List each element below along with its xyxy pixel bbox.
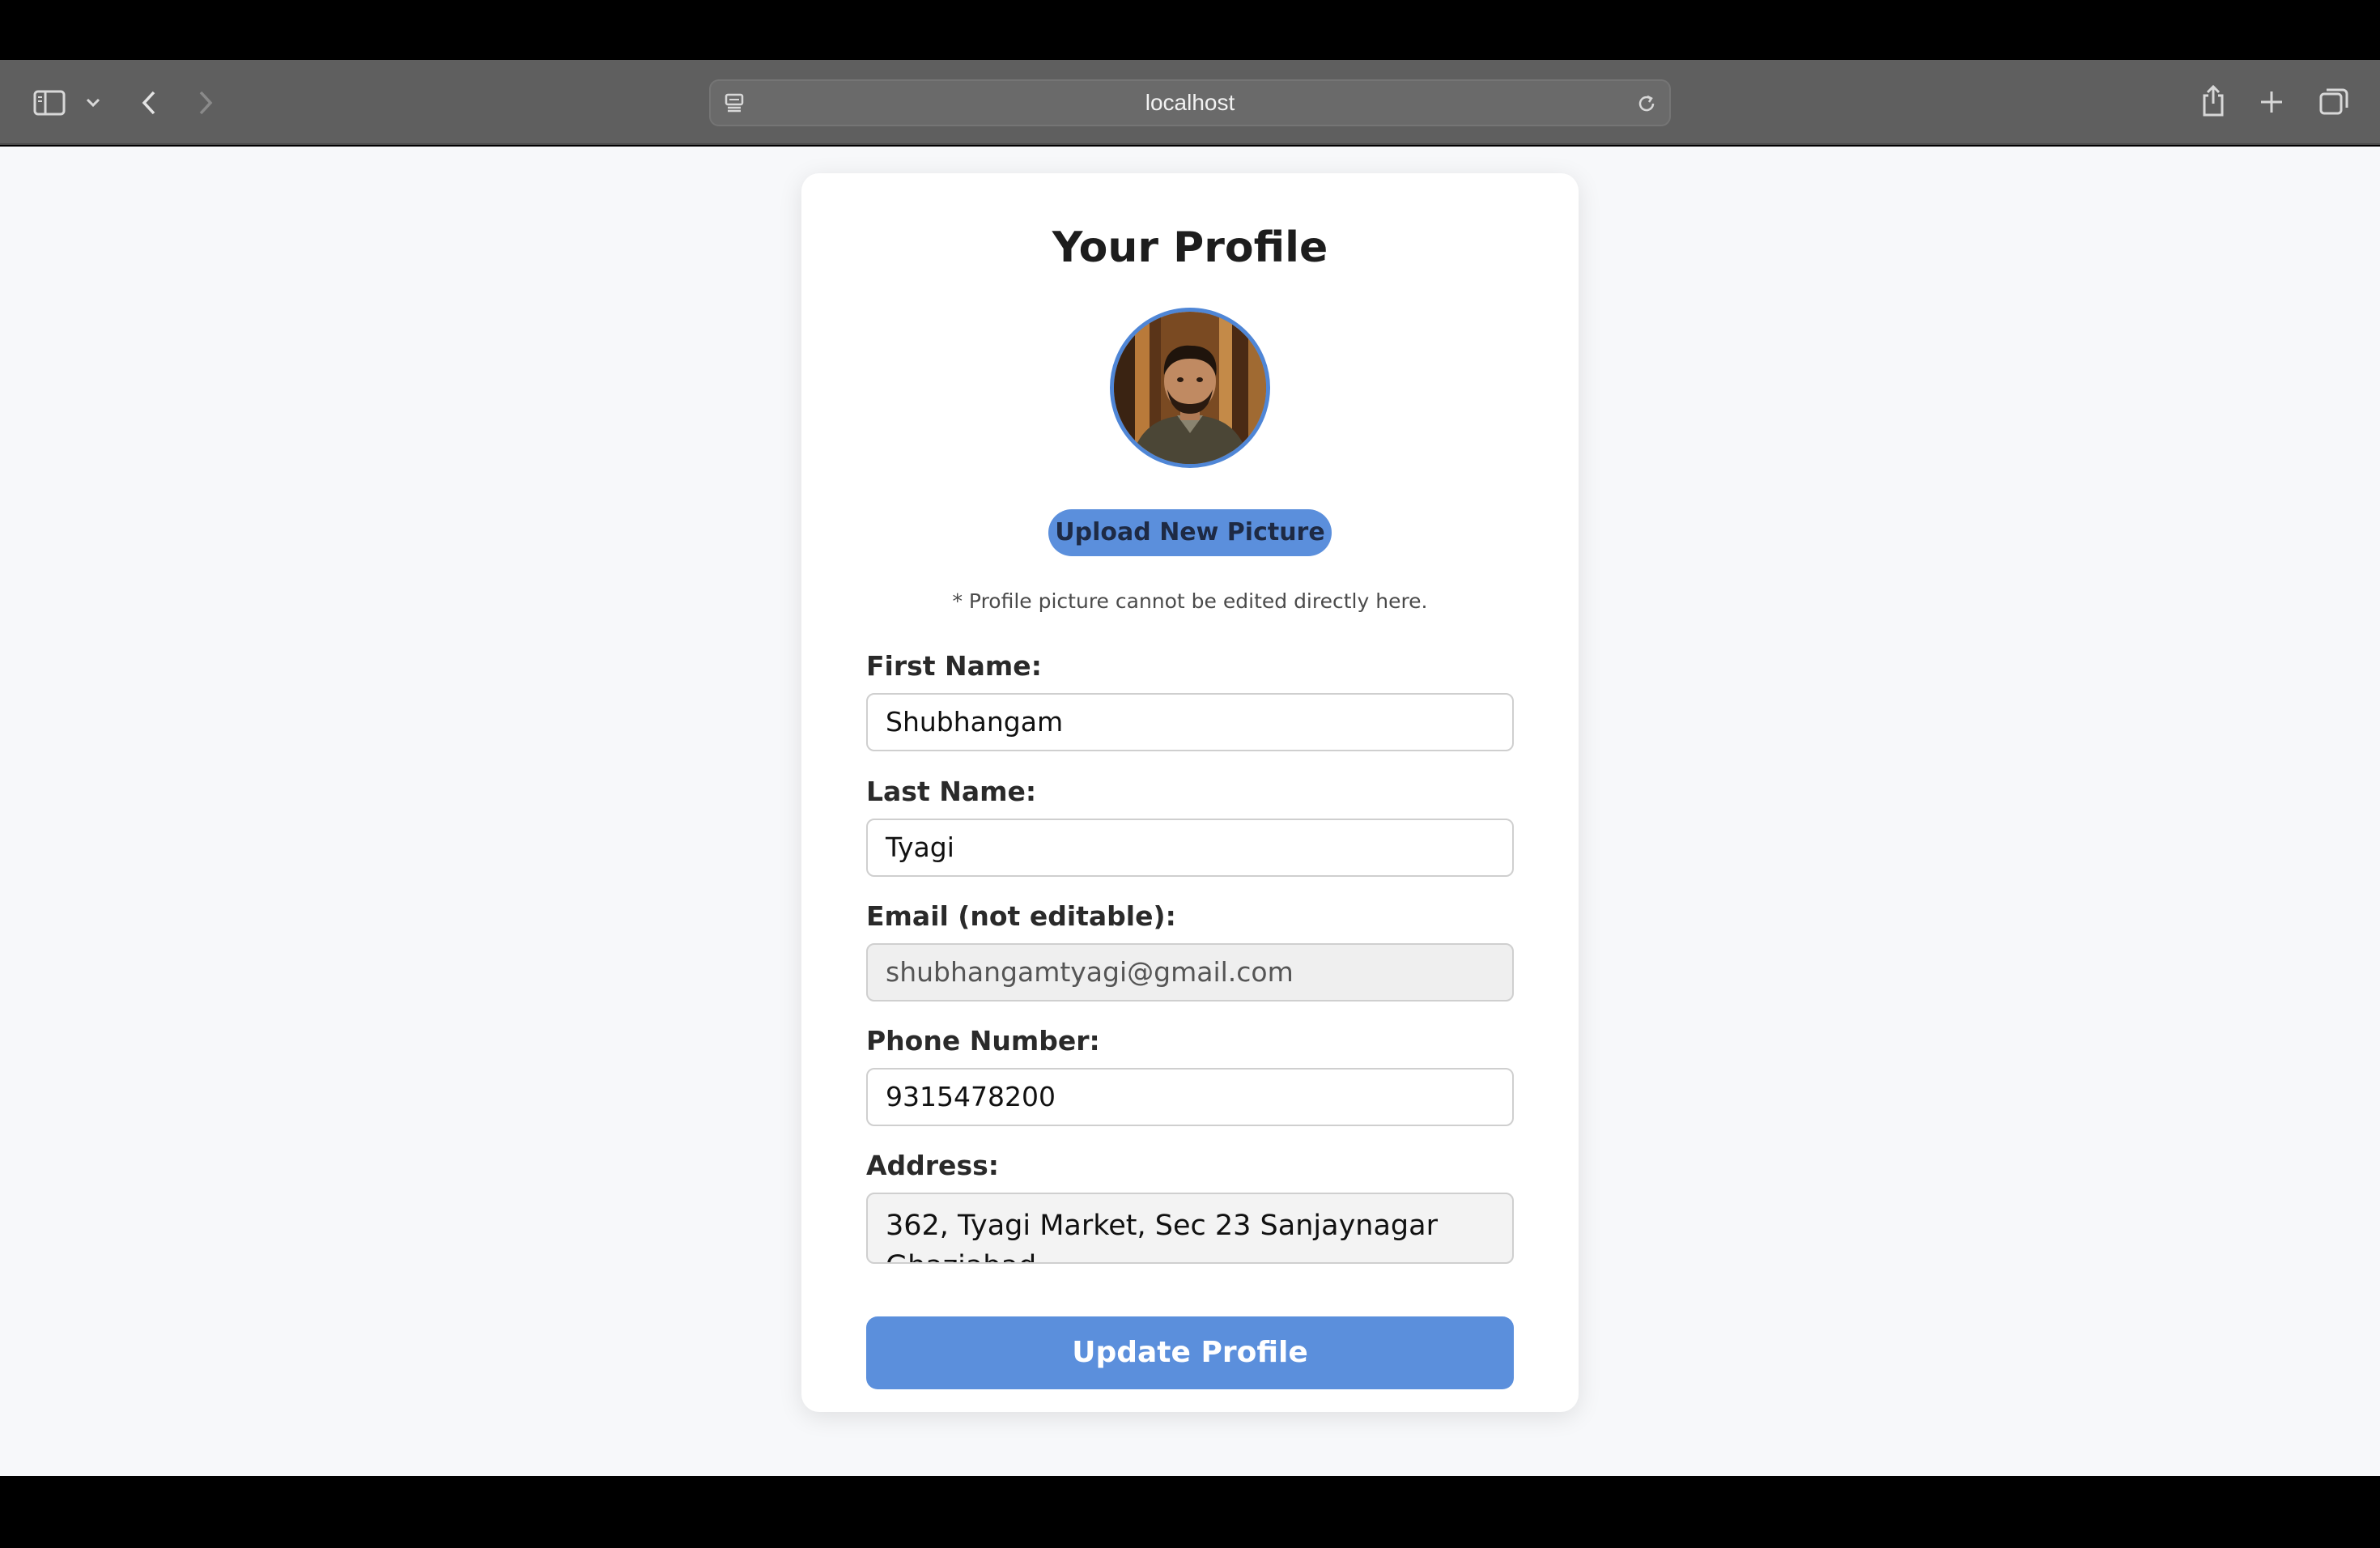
email-label: Email (not editable): [866, 900, 1176, 932]
email-field: shubhangamtyagi@gmail.com [866, 943, 1514, 1002]
address-label: Address: [866, 1150, 999, 1181]
phone-label: Phone Number: [866, 1025, 1100, 1057]
screen-bottom-bar [0, 1476, 2380, 1548]
update-profile-button[interactable]: Update Profile [866, 1316, 1514, 1389]
picture-note: * Profile picture cannot be edited direc… [952, 589, 1428, 613]
first-name-input[interactable]: Shubhangam [866, 693, 1514, 751]
avatar [1110, 308, 1270, 468]
page-title: Your Profile [1052, 223, 1328, 272]
resize-handle-icon[interactable] [1498, 1248, 1509, 1259]
sidebar-icon[interactable] [31, 84, 68, 121]
chevron-down-icon[interactable] [81, 91, 105, 115]
last-name-input[interactable]: Tyagi [866, 819, 1514, 877]
profile-card: Your Profile Upload New Picture * Profil… [801, 173, 1579, 1412]
screen-top-bar [0, 0, 2380, 60]
forward-icon[interactable] [191, 84, 220, 121]
address-text: localhost [1145, 90, 1235, 115]
address-text: 362, Tyagi Market, Sec 23 Sanjaynagar Gh… [886, 1210, 1438, 1262]
back-icon[interactable] [134, 84, 164, 121]
phone-input[interactable]: 9315478200 [866, 1068, 1514, 1126]
share-icon[interactable] [2195, 79, 2231, 121]
plus-icon[interactable] [2254, 84, 2289, 120]
upload-picture-button[interactable]: Upload New Picture [1048, 509, 1332, 556]
last-name-label: Last Name: [866, 776, 1037, 807]
page-viewport: Your Profile Upload New Picture * Profil… [0, 147, 2380, 1476]
address-bar[interactable]: localhost [709, 79, 1671, 126]
address-textarea[interactable]: 362, Tyagi Market, Sec 23 Sanjaynagar Gh… [866, 1193, 1514, 1264]
browser-toolbar: localhost [0, 60, 2380, 145]
first-name-label: First Name: [866, 650, 1042, 682]
tabs-overview-icon[interactable] [2315, 83, 2352, 120]
reload-icon[interactable] [1634, 91, 1660, 117]
